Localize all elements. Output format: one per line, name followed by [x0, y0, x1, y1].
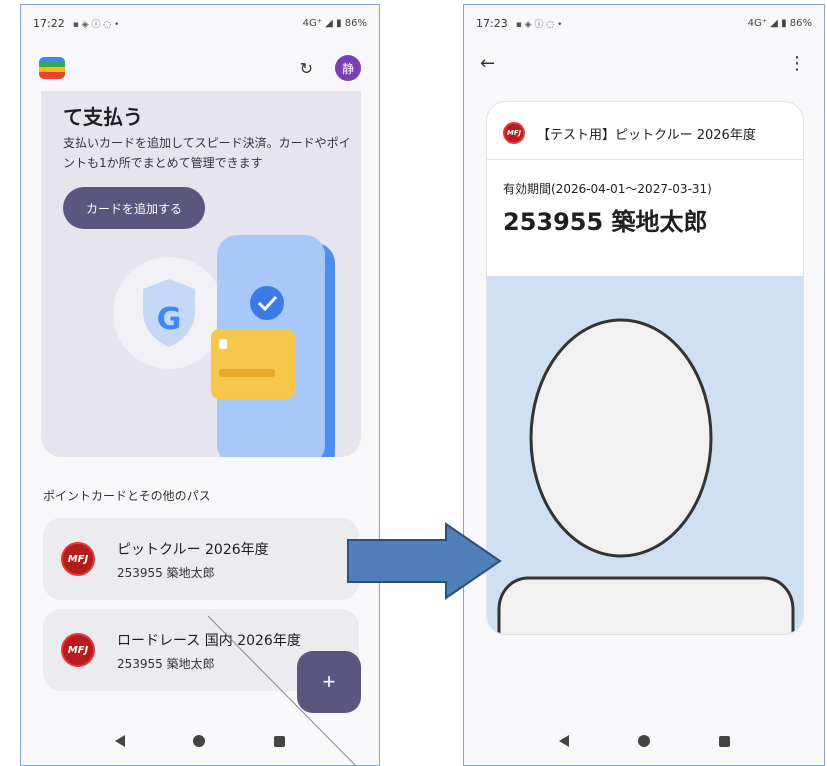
system-nav-bar: [21, 717, 379, 765]
notification-icons: ▪ ◈ ⓘ ◌ •: [515, 19, 563, 30]
pass-title: ピットクルー 2026年度: [117, 542, 269, 558]
more-options-icon[interactable]: ⋮: [788, 53, 806, 74]
member-photo: [487, 276, 803, 634]
status-time: 17:22: [33, 16, 65, 30]
mfj-logo: MFJ: [503, 122, 525, 144]
nav-recents-icon[interactable]: [718, 735, 730, 747]
mfj-logo: MFJ: [61, 633, 95, 667]
promo-description: 支払いカードを追加してスピード決済。カードやポイントも1か所でまとめて管理できま…: [63, 136, 351, 170]
pass-detail-screen: 17:23 ▪ ◈ ⓘ ◌ • 4G⁺ ◢ ▮ 86% ← ⋮ MFJ 【テスト…: [463, 4, 825, 766]
notification-icons: ▪ ◈ ⓘ ◌ •: [72, 19, 120, 30]
network-indicator: 4G⁺: [747, 17, 767, 29]
promo-title: て支払う: [63, 105, 143, 129]
nav-back-icon[interactable]: [558, 735, 569, 747]
network-indicator: 4G⁺: [302, 17, 322, 29]
avatar[interactable]: 静: [335, 55, 361, 81]
sync-icon[interactable]: ↻: [300, 59, 313, 78]
pass-title: ロードレース 国内 2026年度: [117, 633, 301, 649]
status-time: 17:23: [476, 16, 508, 30]
signal-icon: ◢: [770, 17, 778, 29]
validity-period: 有効期間(2026-04-01～2027-03-31): [503, 182, 712, 196]
nav-home-icon[interactable]: [193, 735, 206, 747]
wallet-logo-icon: [39, 57, 65, 79]
photo-silhouette: [497, 318, 795, 634]
pass-subtitle: 253955 築地太郎: [117, 657, 215, 671]
battery-icon: ▮: [781, 17, 787, 29]
pass-card: MFJ 【テスト用】ピットクルー 2026年度 有効期間(2026-04-01～…: [486, 101, 804, 635]
section-title: ポイントカードとその他のパス: [43, 489, 211, 503]
battery-icon: ▮: [336, 17, 342, 29]
wallet-home-screen: 17:22 ▪ ◈ ⓘ ◌ • 4G⁺ ◢ ▮ 86% ↻ 静 G て支払う 支…: [20, 4, 380, 766]
member-name: 253955 築地太郎: [503, 208, 708, 236]
pass-card-title: 【テスト用】ピットクルー 2026年度: [537, 128, 756, 143]
add-pass-fab[interactable]: +: [297, 651, 361, 713]
battery-level: 86%: [344, 17, 367, 29]
pass-card-header: MFJ 【テスト用】ピットクルー 2026年度: [487, 102, 803, 160]
mfj-logo: MFJ: [61, 542, 95, 576]
battery-level: 86%: [789, 17, 812, 29]
system-nav-bar: [464, 717, 824, 765]
transition-arrow: [347, 522, 502, 600]
nav-home-icon[interactable]: [637, 735, 650, 747]
svg-text:G: G: [157, 302, 182, 337]
pass-subtitle: 253955 築地太郎: [117, 566, 215, 580]
signal-icon: ◢: [325, 17, 333, 29]
status-bar: 17:22 ▪ ◈ ⓘ ◌ • 4G⁺ ◢ ▮ 86%: [21, 5, 379, 41]
nav-recents-icon[interactable]: [273, 735, 285, 747]
status-bar: 17:23 ▪ ◈ ⓘ ◌ • 4G⁺ ◢ ▮ 86%: [464, 5, 824, 41]
app-top-bar: ↻ 静: [39, 53, 361, 83]
nav-back-icon[interactable]: [115, 735, 126, 747]
add-card-button[interactable]: カードを追加する: [63, 187, 205, 229]
pass-item-pit-crew[interactable]: MFJ ピットクルー 2026年度 253955 築地太郎: [43, 518, 359, 600]
add-card-promo: G て支払う 支払いカードを追加してスピード決済。カードやポイントも1か所でまと…: [41, 91, 361, 457]
back-arrow-icon[interactable]: ←: [480, 53, 495, 74]
